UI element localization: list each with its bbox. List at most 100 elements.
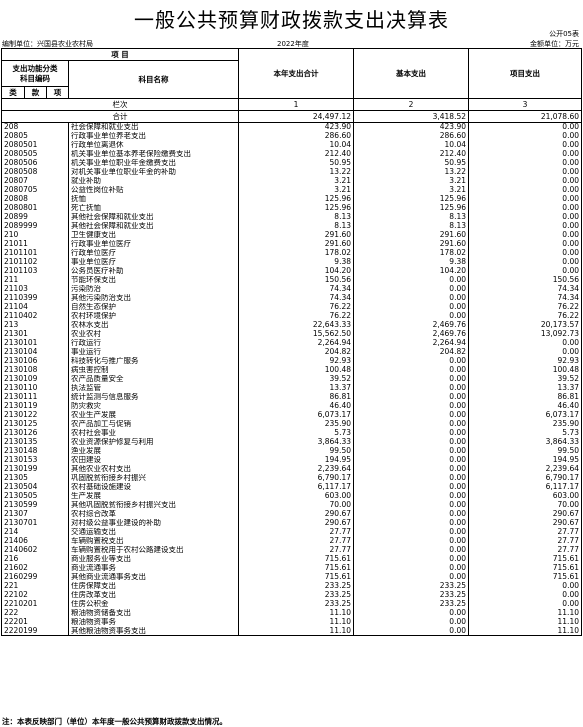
row-name: 病虫害控制 <box>68 365 239 375</box>
row-total: 233.25 <box>238 590 354 600</box>
row-basic: 423.90 <box>353 122 469 132</box>
row-basic: 0.00 <box>353 536 469 546</box>
row-name: 公务员医疗补助 <box>68 266 239 276</box>
row-total: 39.52 <box>238 374 354 384</box>
row-code: 21104 <box>1 302 69 312</box>
row-project: 0.00 <box>468 140 582 150</box>
table-row: 213 农林水支出 22,643.33 2,469.76 20,173.57 <box>1 320 582 330</box>
row-project: 715.61 <box>468 572 582 582</box>
row-name: 其他污染防治支出 <box>68 293 239 303</box>
row-total: 8.13 <box>238 212 354 222</box>
row-total: 76.22 <box>238 311 354 321</box>
row-name: 农业资源保护修复与利用 <box>68 437 239 447</box>
row-name: 公益性岗位补贴 <box>68 185 239 195</box>
row-name: 对村级公益事业建设的补助 <box>68 518 239 528</box>
row-project: 0.00 <box>468 590 582 600</box>
table-row: 216 商业服务业等支出 715.61 0.00 715.61 <box>1 554 582 564</box>
row-code: 21305 <box>1 473 69 483</box>
row-basic: 0.00 <box>353 293 469 303</box>
row-code: 20805 <box>1 131 69 141</box>
row-total: 50.95 <box>238 158 354 168</box>
row-name: 商业服务业等支出 <box>68 554 239 564</box>
row-total: 423.90 <box>238 122 354 132</box>
column-index-3: 3 <box>468 98 582 111</box>
row-basic: 8.13 <box>353 221 469 231</box>
table-row: 2140602 车辆购置税用于农村公路建设支出 27.77 0.00 27.77 <box>1 545 582 555</box>
row-project: 74.34 <box>468 284 582 294</box>
row-project: 11.10 <box>468 626 582 636</box>
row-total: 11.10 <box>238 617 354 627</box>
row-code: 2130701 <box>1 518 69 528</box>
row-name: 就业补助 <box>68 176 239 186</box>
row-basic: 0.00 <box>353 374 469 384</box>
row-basic: 0.00 <box>353 554 469 564</box>
row-name: 机关事业单位基本养老保险缴费支出 <box>68 149 239 159</box>
row-total: 6,790.17 <box>238 473 354 483</box>
row-project: 46.40 <box>468 401 582 411</box>
xiang-header: 项 <box>46 86 69 99</box>
row-basic: 10.04 <box>353 140 469 150</box>
row-basic: 204.82 <box>353 347 469 357</box>
row-code: 2130125 <box>1 419 69 429</box>
row-total: 715.61 <box>238 554 354 564</box>
table-row: 2130135 农业资源保护修复与利用 3,864.33 0.00 3,864.33 <box>1 437 582 447</box>
table-row: 2101103 公务员医疗补助 104.20 104.20 0.00 <box>1 266 582 276</box>
row-code: 20807 <box>1 176 69 186</box>
code-header: 支出功能分类 科目编码 <box>1 60 69 87</box>
row-total: 3.21 <box>238 176 354 186</box>
row-name: 统计监测与信息服务 <box>68 392 239 402</box>
row-project: 20,173.57 <box>468 320 582 330</box>
row-basic: 233.25 <box>353 590 469 600</box>
row-code: 21103 <box>1 284 69 294</box>
row-name: 污染防治 <box>68 284 239 294</box>
row-project: 0.00 <box>468 176 582 186</box>
row-code: 208 <box>1 122 69 132</box>
row-total: 286.60 <box>238 131 354 141</box>
row-project: 0.00 <box>468 221 582 231</box>
row-code: 2130599 <box>1 500 69 510</box>
row-name: 农田建设 <box>68 455 239 465</box>
row-name: 死亡抚恤 <box>68 203 239 213</box>
row-total: 22,643.33 <box>238 320 354 330</box>
row-total: 11.10 <box>238 608 354 618</box>
row-project: 715.61 <box>468 554 582 564</box>
table-row: 21011 行政事业单位医疗 291.60 291.60 0.00 <box>1 239 582 249</box>
table-row: 2080506 机关事业单位职业年金缴费支出 50.95 50.95 0.00 <box>1 158 582 168</box>
row-name: 车辆购置税支出 <box>68 536 239 546</box>
row-code: 222 <box>1 608 69 618</box>
row-total: 6,073.17 <box>238 410 354 420</box>
row-total: 27.77 <box>238 536 354 546</box>
row-name: 农村基础设施建设 <box>68 482 239 492</box>
row-project: 194.95 <box>468 455 582 465</box>
table-row: 2101102 事业单位医疗 9.38 9.38 0.00 <box>1 257 582 267</box>
table-row: 222 粮油物资储备支出 11.10 0.00 11.10 <box>1 608 582 618</box>
row-basic: 0.00 <box>353 401 469 411</box>
row-basic: 0.00 <box>353 491 469 501</box>
row-project: 0.00 <box>468 122 582 132</box>
row-basic: 0.00 <box>353 563 469 573</box>
row-code: 2080508 <box>1 167 69 177</box>
row-basic: 0.00 <box>353 419 469 429</box>
fiscal-year: 2022年度 <box>277 40 309 48</box>
row-code: 2089999 <box>1 221 69 231</box>
row-code: 2080801 <box>1 203 69 213</box>
table-row: 221 住房保障支出 233.25 233.25 0.00 <box>1 581 582 591</box>
table-row: 2130108 病虫害控制 100.48 0.00 100.48 <box>1 365 582 375</box>
grand-basic: 3,418.52 <box>353 110 469 123</box>
table-row: 2130125 农产品加工与促销 235.90 0.00 235.90 <box>1 419 582 429</box>
table-row: 2210201 住房公积金 233.25 233.25 0.00 <box>1 599 582 609</box>
form-number: 公开05表 <box>549 30 579 38</box>
row-project: 99.50 <box>468 446 582 456</box>
row-basic: 0.00 <box>353 365 469 375</box>
row-code: 2080506 <box>1 158 69 168</box>
row-project: 0.00 <box>468 194 582 204</box>
row-name: 车辆购置税用于农村公路建设支出 <box>68 545 239 555</box>
row-code: 21301 <box>1 329 69 339</box>
row-basic: 0.00 <box>353 311 469 321</box>
table-row: 21103 污染防治 74.34 0.00 74.34 <box>1 284 582 294</box>
row-name: 其他社会保障和就业支出 <box>68 212 239 222</box>
column-index-label: 栏次 <box>1 98 239 111</box>
row-project: 6,073.17 <box>468 410 582 420</box>
row-project: 150.56 <box>468 275 582 285</box>
table-row: 2130504 农村基础设施建设 6,117.17 0.00 6,117.17 <box>1 482 582 492</box>
